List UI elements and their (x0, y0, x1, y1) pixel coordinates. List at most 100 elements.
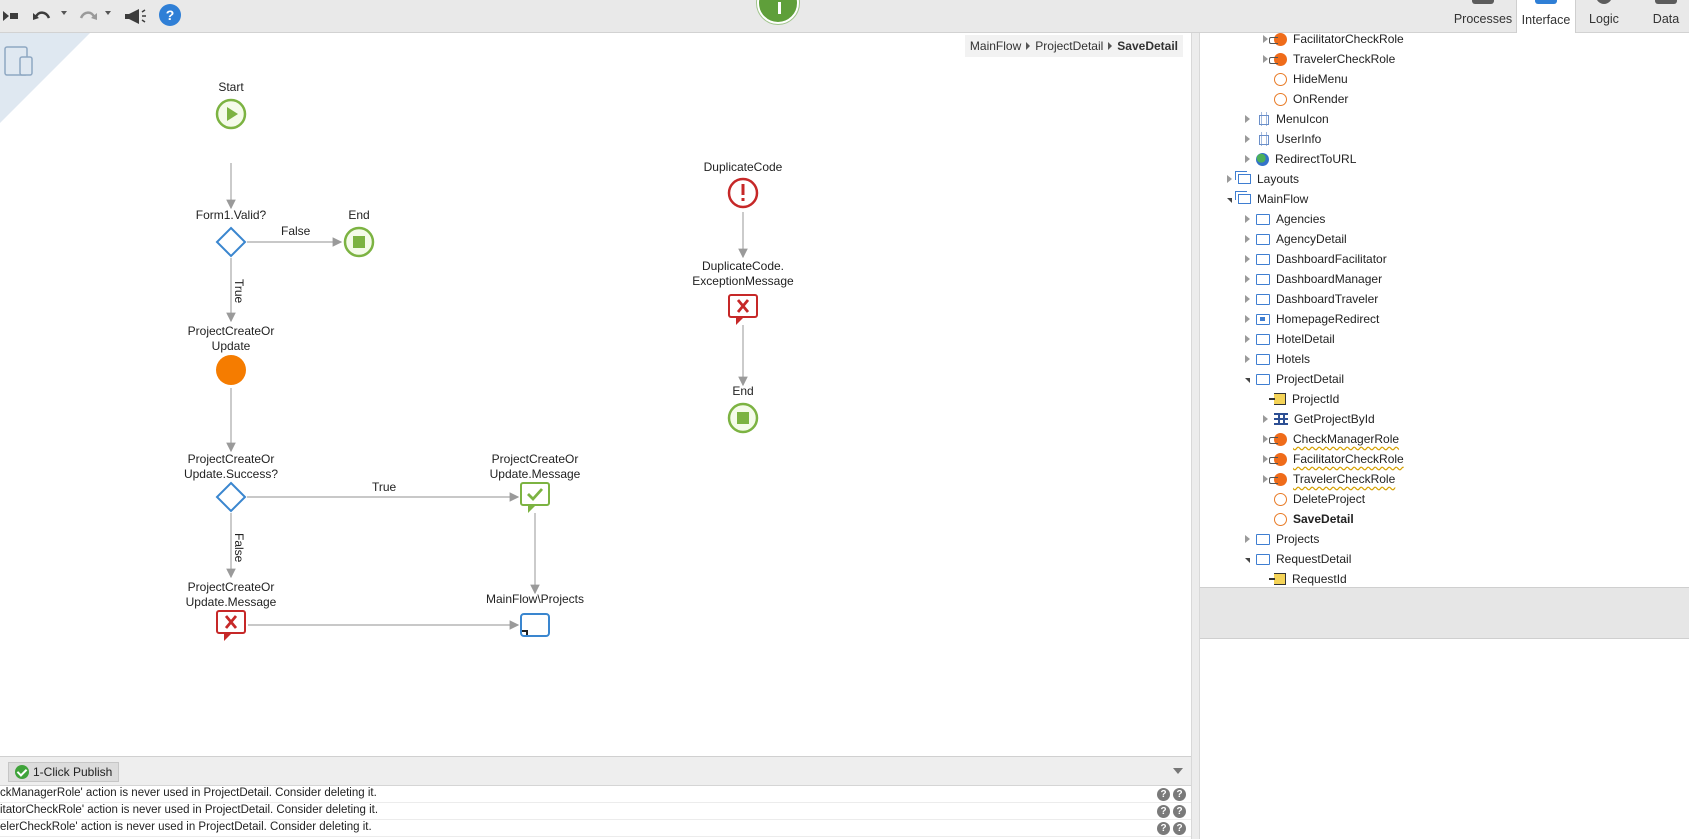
expanded-arrow-icon[interactable] (1245, 377, 1250, 383)
start-node[interactable] (215, 98, 247, 130)
tree-item-facilitatorcheckrole[interactable]: FacilitatorCheckRole (1263, 33, 1404, 49)
message-node-exception[interactable] (728, 294, 758, 325)
if-node-form-valid[interactable] (215, 226, 247, 258)
collapsed-arrow-icon[interactable] (1245, 315, 1250, 323)
publish-button[interactable] (757, 0, 799, 24)
tab-data[interactable]: Data (1646, 0, 1686, 32)
help-icon[interactable]: ? (1157, 805, 1170, 818)
collapsed-arrow-icon[interactable] (1263, 435, 1268, 443)
help-icon[interactable]: ? (159, 4, 181, 26)
tree-item-checkmanagerrole[interactable]: CheckManagerRole (1263, 429, 1399, 449)
collapsed-arrow-icon[interactable] (1245, 335, 1250, 343)
label-msgok-line2: Update.Message (489, 467, 581, 481)
tree-item-label: ProjectId (1292, 392, 1340, 406)
collapsed-arrow-icon[interactable] (1263, 455, 1268, 463)
collapsed-arrow-icon[interactable] (1245, 215, 1250, 223)
message-node-error[interactable] (216, 610, 246, 641)
end-node-1[interactable] (343, 226, 375, 258)
tree-item-requestid[interactable]: RequestId (1263, 569, 1347, 587)
tree-item-getprojectbyid[interactable]: GetProjectById (1263, 409, 1375, 429)
tree-item-facilitatorcheckrole[interactable]: FacilitatorCheckRole (1263, 449, 1404, 469)
tree-item-dashboardmanager[interactable]: DashboardManager (1245, 269, 1382, 289)
tree-item-projects[interactable]: Projects (1245, 529, 1319, 549)
tree-item-redirecttourl[interactable]: RedirectToURL (1245, 149, 1356, 169)
collapsed-arrow-icon[interactable] (1245, 135, 1250, 143)
tree-item-projectdetail[interactable]: ProjectDetail (1245, 369, 1344, 389)
tree-item-onrender[interactable]: OnRender (1263, 89, 1348, 109)
message-row[interactable]: ckManagerRole' action is never used in P… (0, 786, 1191, 803)
tree-item-layouts[interactable]: Layouts (1227, 169, 1299, 189)
help-icon[interactable]: ? (1157, 788, 1170, 801)
collapsed-arrow-icon[interactable] (1263, 475, 1268, 483)
tree-item-mainflow[interactable]: MainFlow (1227, 189, 1308, 209)
message-row[interactable]: elerCheckRole' action is never used in P… (0, 820, 1191, 837)
tree-item-dashboardfacilitator[interactable]: DashboardFacilitator (1245, 249, 1387, 269)
help-icon[interactable]: ? (1173, 788, 1186, 801)
collapsed-arrow-icon[interactable] (1245, 275, 1250, 283)
one-click-publish-tab[interactable]: 1-Click Publish (8, 762, 120, 782)
message-text: elerCheckRole' action is never used in P… (0, 821, 372, 833)
redo-dropdown-icon[interactable] (105, 11, 111, 15)
help-icon[interactable]: ? (1173, 822, 1186, 835)
tree-item-label: MainFlow (1257, 192, 1309, 206)
tree-item-savedetail[interactable]: SaveDetail (1263, 509, 1354, 529)
collapsed-arrow-icon[interactable] (1245, 295, 1250, 303)
tab-interface[interactable]: Interface (1516, 0, 1576, 33)
end-node-2[interactable] (727, 402, 759, 434)
undo-dropdown-icon[interactable] (61, 11, 67, 15)
tree-item-dashboardtraveler[interactable]: DashboardTraveler (1245, 289, 1378, 309)
tree-item-label: HotelDetail (1276, 332, 1335, 346)
collapsed-arrow-icon[interactable] (1227, 175, 1232, 183)
collapsed-arrow-icon[interactable] (1245, 155, 1250, 163)
home-screen-icon (1256, 313, 1270, 325)
exception-handler-node[interactable] (727, 177, 759, 209)
tree-item-requestdetail[interactable]: RequestDetail (1245, 549, 1351, 569)
server-action-node[interactable] (216, 355, 246, 385)
collapsed-arrow-icon[interactable] (1245, 535, 1250, 543)
expanded-arrow-icon[interactable] (1245, 557, 1250, 563)
tree-item-hoteldetail[interactable]: HotelDetail (1245, 329, 1335, 349)
message-node-success[interactable] (520, 482, 550, 513)
block-icon (1256, 132, 1270, 146)
panel-splitter[interactable] (1191, 33, 1200, 839)
label-destination: MainFlow\Projects (485, 592, 585, 606)
role-icon (1269, 52, 1287, 66)
tree-item-label: ProjectDetail (1276, 372, 1345, 386)
undo-icon[interactable] (30, 4, 54, 28)
collapse-panel-icon[interactable] (1173, 768, 1183, 774)
help-icon[interactable]: ? (1173, 805, 1186, 818)
collapsed-arrow-icon[interactable] (1263, 35, 1268, 43)
tree-item-userinfo[interactable]: UserInfo (1245, 129, 1321, 149)
collapsed-arrow-icon[interactable] (1245, 115, 1250, 123)
collapsed-arrow-icon[interactable] (1263, 415, 1268, 423)
elements-tree: FacilitatorCheckRole TravelerCheckRole Hid… (1200, 33, 1689, 587)
tree-item-deleteproject[interactable]: DeleteProject (1263, 489, 1365, 509)
tree-item-agencydetail[interactable]: AgencyDetail (1245, 229, 1347, 249)
tree-item-hidemenu[interactable]: HideMenu (1263, 69, 1348, 89)
tree-item-hotels[interactable]: Hotels (1245, 349, 1310, 369)
tree-item-travelercheckrole[interactable]: TravelerCheckRole (1263, 469, 1395, 489)
destination-node[interactable] (520, 613, 550, 637)
tab-processes[interactable]: Processes (1452, 0, 1514, 32)
help-icon[interactable]: ? (1157, 822, 1170, 835)
tab-logic[interactable]: Logic (1584, 0, 1624, 32)
tree-item-homepageredirect[interactable]: HomepageRedirect (1245, 309, 1379, 329)
message-row[interactable]: itatorCheckRole' action is never used in… (0, 803, 1191, 820)
tab-interface-label: Interface (1521, 13, 1571, 27)
if-node-success[interactable] (215, 481, 247, 513)
redo-icon[interactable] (76, 4, 100, 28)
merge-icon[interactable] (0, 4, 22, 28)
tree-item-travelercheckrole[interactable]: TravelerCheckRole (1263, 49, 1395, 69)
tree-item-agencies[interactable]: Agencies (1245, 209, 1325, 229)
tree-item-projectid[interactable]: ProjectId (1263, 389, 1339, 409)
expanded-arrow-icon[interactable] (1227, 197, 1232, 203)
truechange-bar: 1-Click Publish (0, 756, 1191, 786)
flow-canvas[interactable]: MainFlow ProjectDetail SaveDetail Start … (0, 33, 1191, 756)
collapsed-arrow-icon[interactable] (1245, 255, 1250, 263)
tree-item-label: RequestId (1292, 572, 1347, 586)
collapsed-arrow-icon[interactable] (1263, 55, 1268, 63)
tree-item-menuicon[interactable]: MenuIcon (1245, 109, 1329, 129)
collapsed-arrow-icon[interactable] (1245, 235, 1250, 243)
megaphone-icon[interactable] (121, 4, 149, 28)
collapsed-arrow-icon[interactable] (1245, 355, 1250, 363)
